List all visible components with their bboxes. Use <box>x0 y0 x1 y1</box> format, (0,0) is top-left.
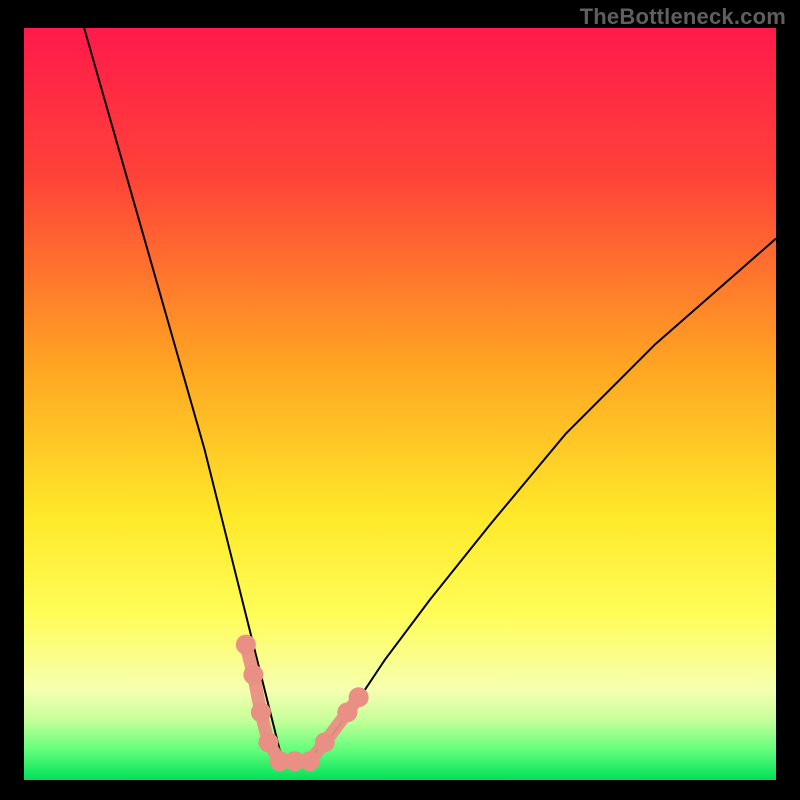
highlight-marker <box>236 635 256 655</box>
gradient-background <box>24 28 776 780</box>
chart-svg <box>24 28 776 780</box>
highlight-marker <box>243 665 263 685</box>
frame: TheBottleneck.com <box>0 0 800 800</box>
highlight-marker <box>251 702 271 722</box>
highlight-marker <box>300 751 320 771</box>
chart-plot-area <box>24 28 776 780</box>
highlight-marker <box>315 732 335 752</box>
highlight-marker <box>349 687 369 707</box>
watermark-text: TheBottleneck.com <box>580 4 786 30</box>
highlight-marker <box>258 732 278 752</box>
